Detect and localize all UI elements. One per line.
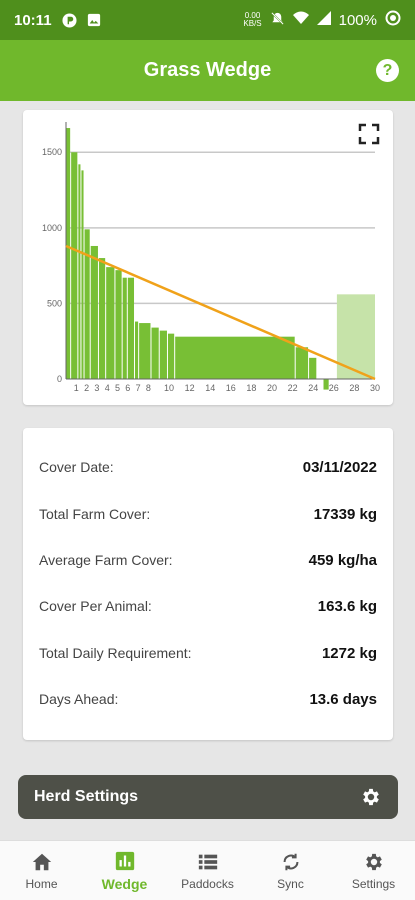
nav-label: Paddocks [181, 876, 234, 891]
battery-text: 100% [338, 11, 377, 29]
chart-bar [106, 267, 115, 379]
image-notification-icon [86, 12, 102, 28]
y-tick-label: 0 [57, 374, 62, 384]
chart-bar [84, 229, 90, 379]
data-rate: 0.00 KB/S [243, 12, 261, 28]
x-tick-label: 3 [94, 383, 99, 393]
mute-icon [270, 11, 285, 30]
x-tick-label: 14 [205, 383, 215, 393]
sync-icon [283, 853, 298, 870]
help-button[interactable]: ? [376, 59, 399, 82]
info-label: Total Farm Cover: [39, 506, 151, 522]
chart-bar [90, 245, 98, 379]
x-tick-label: 7 [136, 383, 141, 393]
chart-bar [98, 258, 106, 379]
x-tick-label: 10 [164, 383, 174, 393]
chart-bar [115, 270, 122, 379]
battery-icon [385, 10, 401, 30]
y-tick-label: 1000 [42, 223, 62, 233]
y-tick-label: 1500 [42, 147, 62, 157]
chart-bar [167, 333, 175, 379]
gear-icon [363, 788, 379, 806]
x-tick-label: 4 [105, 383, 110, 393]
chart-bar [151, 327, 159, 379]
x-tick-label: 12 [185, 383, 195, 393]
info-row-total-farm-cover: Total Farm Cover: 17339 kg [39, 502, 377, 526]
info-value: 03/11/2022 [302, 458, 377, 476]
info-row-cover-date: Cover Date: 03/11/2022 [39, 455, 377, 479]
info-row-average-farm-cover: Average Farm Cover: 459 kg/ha [39, 548, 377, 572]
info-row-cover-per-animal: Cover Per Animal: 163.6 kg [39, 594, 377, 618]
x-tick-label: 1 [74, 383, 79, 393]
x-tick-label: 30 [370, 383, 380, 393]
nav-home[interactable]: Home [0, 841, 83, 900]
bar-chart-icon [115, 851, 134, 870]
info-label: Total Daily Requirement: [39, 645, 192, 661]
x-tick-label: 20 [267, 383, 277, 393]
chart-bar [81, 170, 84, 379]
info-label: Days Ahead: [39, 691, 119, 707]
chart-bar [78, 164, 81, 379]
nav-wedge[interactable]: Wedge [83, 841, 166, 900]
chart-bar [159, 330, 167, 379]
chart-bar [139, 323, 151, 379]
notification-app-icon [62, 12, 78, 28]
info-row-days-ahead: Days Ahead: 13.6 days [39, 687, 377, 711]
page-title: Grass Wedge [143, 59, 272, 81]
x-tick-label: 16 [226, 383, 236, 393]
nav-label: Sync [277, 876, 304, 891]
nav-paddocks[interactable]: Paddocks [166, 841, 249, 900]
nav-settings[interactable]: Settings [332, 841, 415, 900]
x-tick-label: 24 [308, 383, 318, 393]
info-label: Average Farm Cover: [39, 552, 173, 568]
x-tick-label: 18 [246, 383, 256, 393]
app-bar: Grass Wedge ? [0, 40, 415, 101]
info-label: Cover Per Animal: [39, 598, 152, 614]
data-rate-unit: KB/S [243, 19, 262, 28]
chart-bar [122, 277, 127, 379]
herd-settings-label: Herd Settings [34, 788, 139, 805]
x-tick-label: 6 [125, 383, 130, 393]
chart-bar [135, 321, 139, 379]
list-icon [198, 854, 217, 869]
nav-sync[interactable]: Sync [249, 841, 332, 900]
nav-label: Settings [351, 876, 396, 891]
info-label: Cover Date: [39, 459, 114, 475]
chart-bar [175, 336, 295, 379]
info-value: 1272 kg [321, 644, 377, 662]
info-row-total-daily-requirement: Total Daily Requirement: 1272 kg [39, 641, 377, 665]
status-time: 10:11 [14, 11, 52, 29]
fullscreen-icon[interactable] [358, 123, 380, 145]
summary-card: Cover Date: 03/11/2022 Total Farm Cover:… [23, 428, 393, 740]
x-tick-label: 8 [146, 383, 151, 393]
info-value: 163.6 kg [317, 597, 377, 615]
chart-bar [66, 128, 71, 379]
info-value: 13.6 days [309, 690, 377, 708]
bottom-nav: Home Wedge Paddocks Sync Settings [0, 840, 415, 900]
chart-bar [71, 152, 78, 379]
grass-wedge-chart-card: 0 500 1000 1500 1 2 3 4 5 6 7 8 10 12 14 16 18 20 22 24 26 28… [23, 110, 393, 405]
gear-icon [365, 853, 382, 870]
x-tick-label: 2 [84, 383, 89, 393]
herd-settings-button[interactable]: Herd Settings [18, 775, 398, 819]
signal-icon [316, 11, 331, 29]
info-value: 17339 kg [313, 505, 377, 523]
nav-label: Home [25, 876, 58, 891]
grass-wedge-chart: 0500100015001 2 3 4 5 6 7 8 10 12 14 16 18 20 22 24 26 28… [42, 122, 380, 393]
nav-label: Wedge [101, 875, 148, 892]
chart-bar [127, 277, 135, 379]
x-tick-label: 26 [329, 383, 339, 393]
chart-bar [309, 357, 317, 379]
x-tick-label: 22 [288, 383, 298, 393]
home-icon [32, 853, 51, 870]
status-bar: 10:11 0.00 KB/S 100% [0, 0, 415, 40]
chart-bar [295, 347, 309, 379]
info-value: 459 kg/ha [308, 551, 377, 569]
x-tick-label: 28 [349, 383, 359, 393]
y-tick-label: 500 [47, 298, 62, 308]
wifi-icon [292, 11, 309, 29]
x-tick-label: 5 [115, 383, 120, 393]
help-icon: ? [382, 61, 393, 79]
